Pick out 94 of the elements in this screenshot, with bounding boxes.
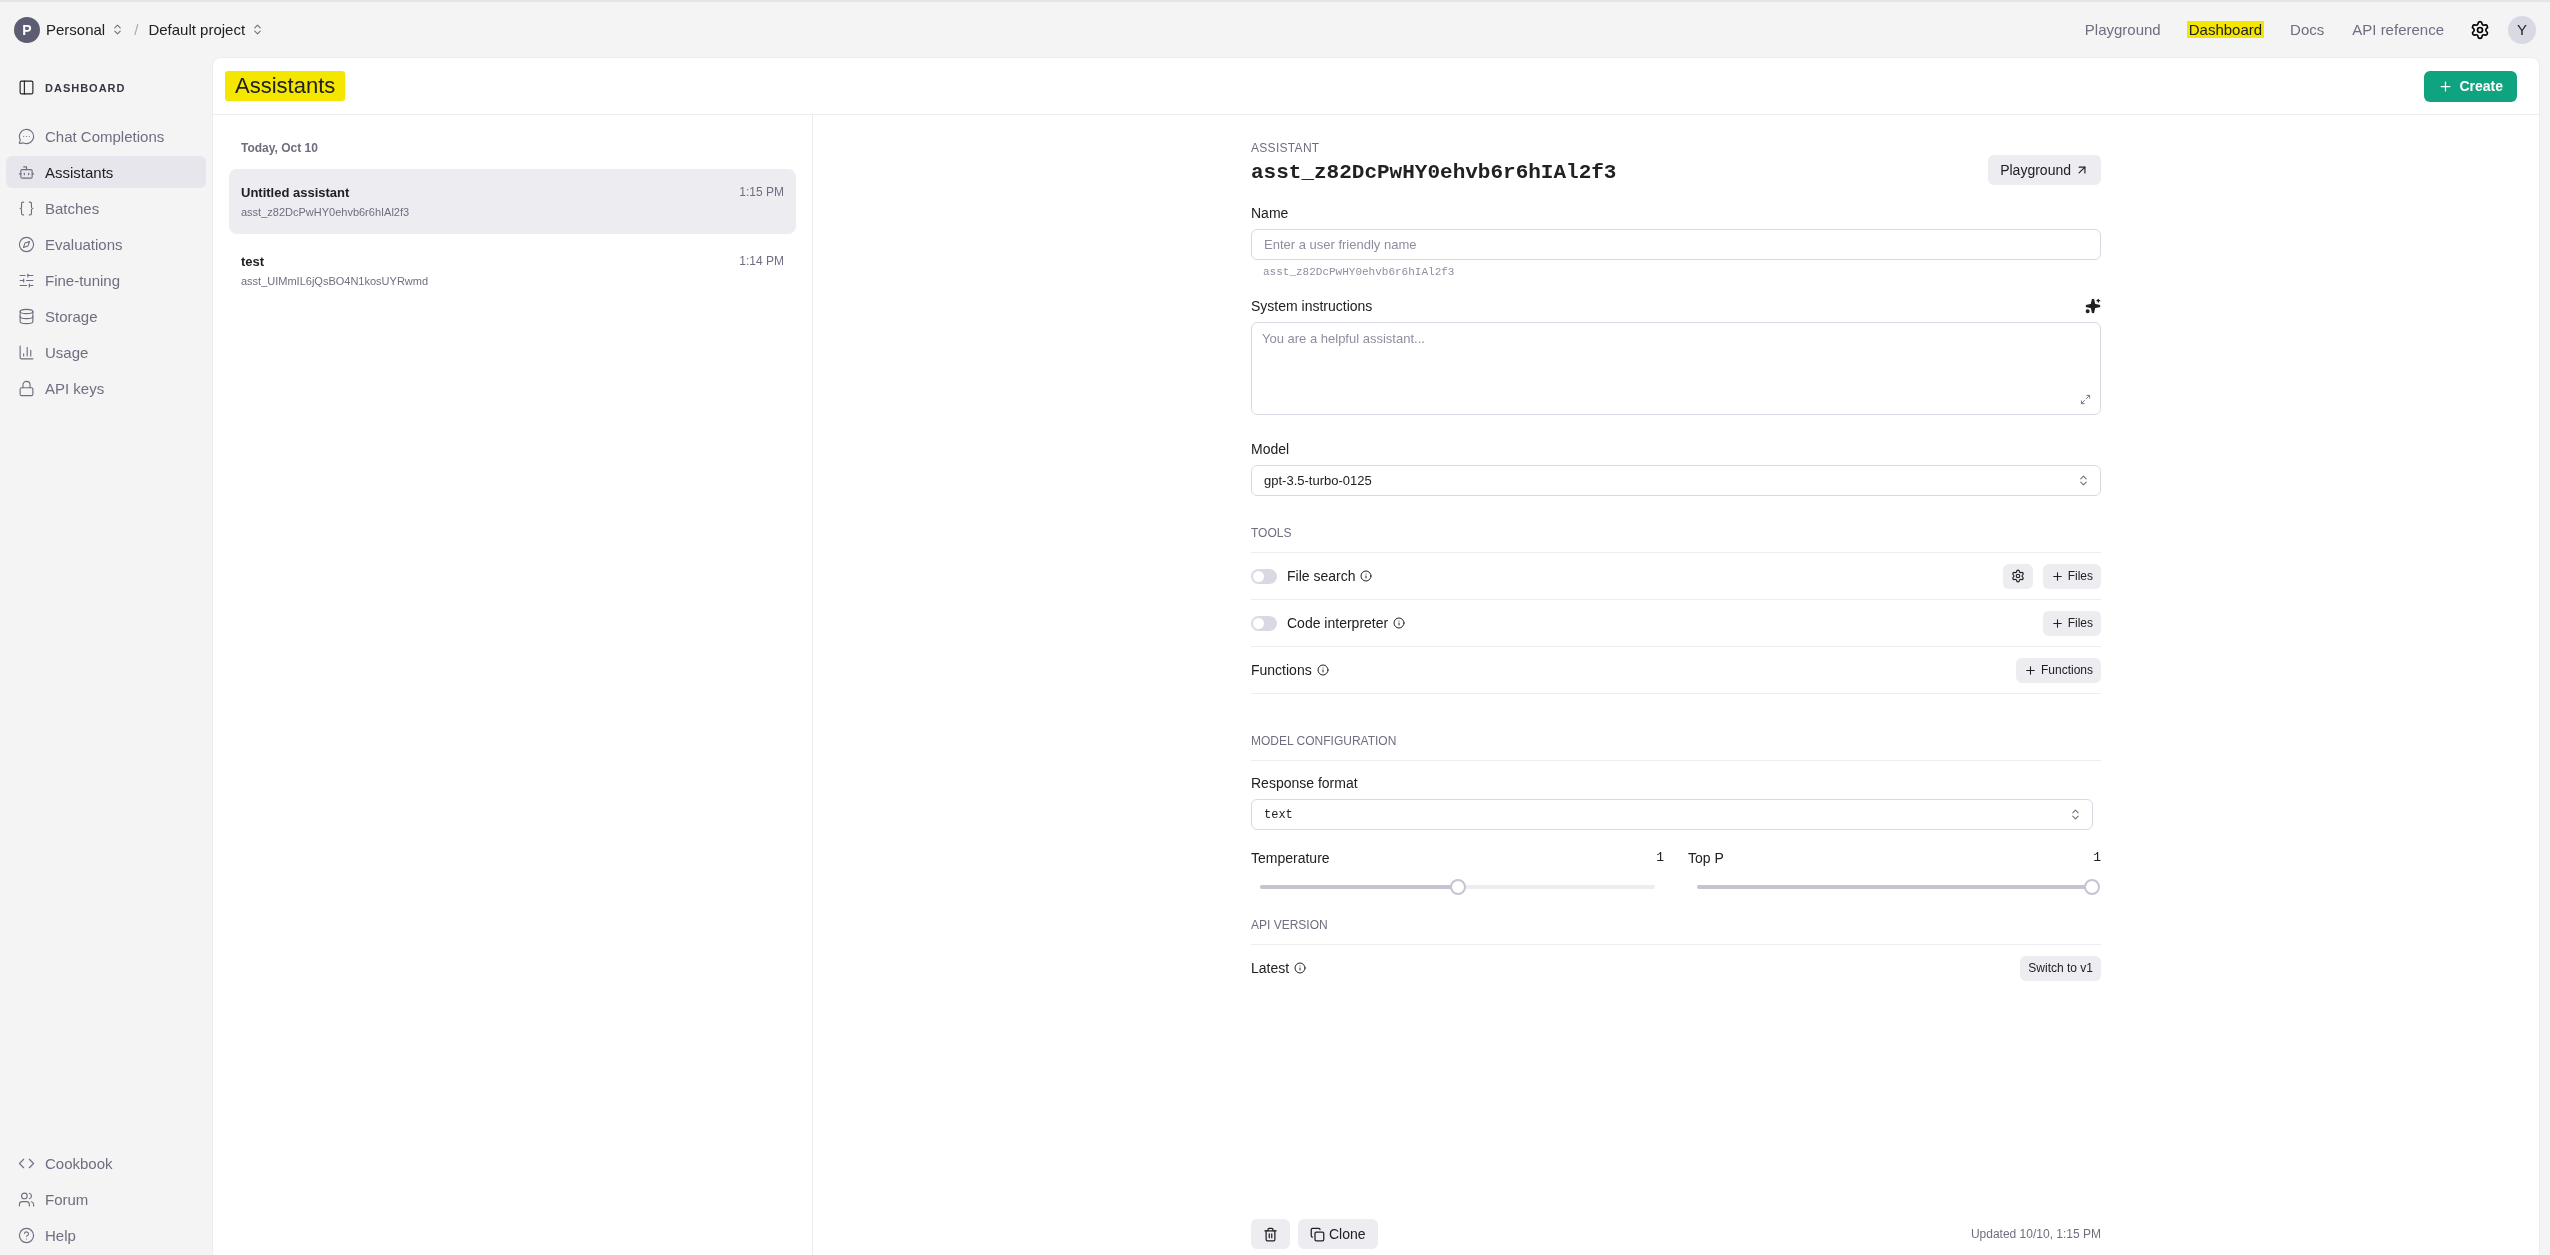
assistant-id: asst_z82DcPwHY0ehvb6r6hIAl2f3: [241, 206, 411, 218]
tool-label: File search: [1287, 568, 1356, 584]
section-label: API VERSION: [1251, 896, 2101, 945]
robot-icon: [18, 163, 35, 181]
field-hint: asst_z82DcPwHY0ehvb6r6hIAl2f3: [1262, 265, 1456, 278]
nav-link[interactable]: Docs: [2288, 21, 2327, 38]
response-format-select[interactable]: text: [1251, 799, 2093, 830]
plus-icon: [2050, 616, 2064, 630]
add-button[interactable]: Functions: [2015, 657, 2101, 683]
delete-button[interactable]: [1251, 1219, 1290, 1249]
updated-timestamp: Updated 10/10, 1:15 PM: [1970, 1227, 2101, 1241]
trash-icon: [1263, 1226, 1278, 1242]
nav-link[interactable]: Playground: [2082, 21, 2163, 38]
info-icon[interactable]: [1294, 962, 1307, 974]
plus-icon: [2023, 663, 2037, 677]
chat-bubble-icon: [18, 127, 35, 145]
compass-icon: [18, 235, 35, 253]
info-icon[interactable]: [1316, 664, 1329, 676]
braces-icon: [18, 199, 35, 217]
tool-label: Functions: [1251, 662, 1312, 678]
assistant-name: Untitled assistant: [241, 185, 351, 200]
api-version-label: Latest: [1251, 960, 1290, 976]
chevrons-icon: [2069, 808, 2082, 821]
sidebar-item[interactable]: Cookbook: [6, 1147, 206, 1179]
settings-icon: [2470, 19, 2490, 40]
expand-icon[interactable]: [2080, 394, 2091, 405]
breadcrumb-separator: /: [134, 21, 139, 38]
org-avatar[interactable]: P: [14, 16, 40, 43]
slider-value: 1: [2093, 850, 2101, 866]
info-icon[interactable]: [1393, 617, 1406, 629]
field-label: Response format: [1251, 775, 1359, 791]
assistant-time: 1:14 PM: [739, 254, 784, 269]
section-label: TOOLS: [1251, 496, 2101, 553]
date-group-label: Today, Oct 10: [240, 141, 319, 157]
add-button[interactable]: Files: [2042, 610, 2101, 636]
sidebar-item[interactable]: Assistants: [6, 156, 206, 188]
toggle-switch[interactable]: [1251, 615, 1277, 631]
section-label: MODEL CONFIGURATION: [1251, 694, 2101, 761]
people-icon: [18, 1190, 35, 1208]
slider-thumb[interactable]: [1449, 879, 1466, 895]
chevrons-icon: [2077, 474, 2090, 487]
copy-icon: [1310, 1226, 1325, 1242]
plus-icon: [2050, 569, 2064, 583]
settings-button[interactable]: [2470, 19, 2490, 40]
switch-version-button[interactable]: Switch to v1: [2020, 955, 2101, 981]
clone-button[interactable]: Clone: [1298, 1219, 1378, 1249]
assistant-time: 1:15 PM: [739, 185, 784, 200]
sidebar-item[interactable]: Forum: [6, 1183, 206, 1215]
nav-link[interactable]: API reference: [2350, 21, 2446, 38]
sidebar-item[interactable]: Chat Completions: [6, 120, 206, 152]
sidebar-item[interactable]: Usage: [6, 336, 206, 368]
sidebar-item[interactable]: Evaluations: [6, 228, 206, 260]
sidebar-item[interactable]: Help: [6, 1219, 206, 1251]
sliders-icon: [18, 271, 35, 289]
instructions-field[interactable]: You are a helpful assistant...: [1251, 322, 2101, 415]
section-label: ASSISTANT: [1251, 141, 1321, 155]
name-input[interactable]: Enter a user friendly name: [1251, 229, 2101, 260]
page-title: Assistants: [225, 71, 346, 101]
field-label: System instructions: [1251, 298, 1373, 314]
sidebar-item[interactable]: Fine-tuning: [6, 264, 206, 296]
org-switcher[interactable]: Personal: [40, 21, 131, 38]
field-label: Name: [1251, 205, 1290, 221]
tool-label: Code interpreter: [1287, 615, 1389, 631]
assistant-id: asst_UIMmIL6jQsBO4N1kosUYRwmd: [241, 275, 430, 287]
slider-value: 1: [1656, 850, 1664, 866]
assistant-list-item[interactable]: test 1:14 PM asst_UIMmIL6jQsBO4N1kosUYRwmd: [229, 238, 796, 303]
settings-button[interactable]: [2002, 563, 2033, 589]
plus-icon: [2438, 78, 2454, 94]
slider-thumb[interactable]: [2084, 879, 2100, 895]
lock-icon: [18, 379, 35, 397]
assistant-list-item[interactable]: Untitled assistant 1:15 PM asst_z82DcPwHY0ehvb6r6hIAl2f3: [229, 169, 796, 234]
settings-icon: [2010, 569, 2025, 583]
assistant-id-heading: asst_z82DcPwHY0ehvb6r6hIAl2f3: [1251, 160, 1617, 184]
help-icon: [18, 1226, 35, 1244]
slider-label: Temperature: [1251, 850, 1330, 866]
sidebar-item[interactable]: API keys: [6, 372, 206, 404]
sidebar-toggle-icon[interactable]: [18, 79, 35, 96]
slider-label: Top P: [1688, 850, 1724, 866]
sidebar-item[interactable]: Batches: [6, 192, 206, 224]
model-select[interactable]: gpt-3.5-turbo-0125: [1251, 465, 2101, 496]
user-avatar[interactable]: Y: [2508, 15, 2536, 44]
assistant-name: test: [241, 254, 266, 269]
toggle-switch[interactable]: [1251, 568, 1277, 584]
sidebar-item[interactable]: Storage: [6, 300, 206, 332]
playground-button[interactable]: Playground: [1988, 155, 2101, 185]
sidebar-title: DASHBOARD: [45, 81, 126, 94]
sparkle-icon[interactable]: [2085, 298, 2101, 314]
bar-chart-icon: [18, 343, 35, 361]
info-icon[interactable]: [1360, 570, 1373, 582]
field-label: Model: [1251, 441, 1291, 457]
database-icon: [18, 307, 35, 325]
nav-link[interactable]: Dashboard: [2186, 21, 2265, 38]
add-button[interactable]: Files: [2042, 563, 2101, 589]
project-switcher[interactable]: Default project: [142, 21, 271, 38]
